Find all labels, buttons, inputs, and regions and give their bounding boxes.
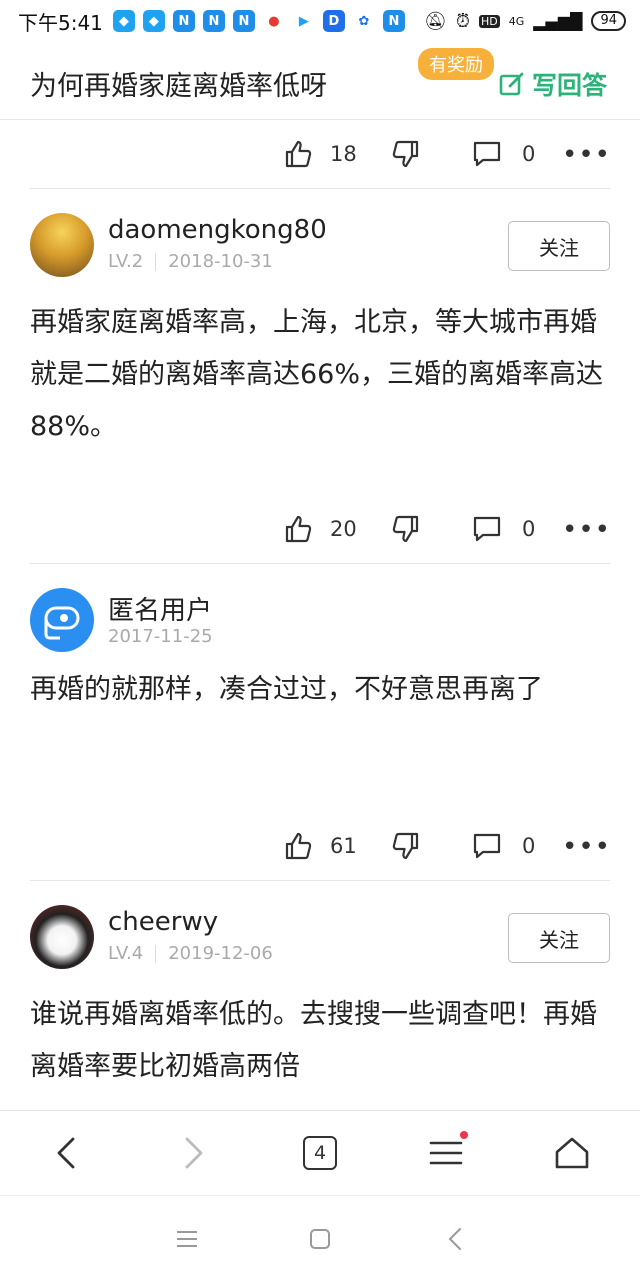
avatar[interactable]: [30, 213, 94, 277]
back-button[interactable]: [46, 1133, 86, 1173]
system-back-button[interactable]: [440, 1224, 470, 1254]
answer-date: 2019-12-06: [168, 943, 273, 964]
anonymous-mask-icon: [44, 606, 80, 640]
reward-badge: 有奖励: [418, 48, 494, 80]
thumbs-up-icon[interactable]: [284, 139, 314, 169]
answer-text: 再婚家庭离婚率高，上海，北京，等大城市再婚就是二婚的离婚率高达66%，三婚的离婚…: [30, 307, 604, 442]
menu-button[interactable]: [426, 1131, 468, 1173]
comment-icon[interactable]: [472, 514, 502, 544]
forward-button[interactable]: [174, 1133, 214, 1173]
comment-icon[interactable]: [472, 831, 502, 861]
bird-app-icon: ◆: [142, 10, 165, 32]
thumbs-up-icon[interactable]: [284, 514, 314, 544]
user-level: LV.2: [108, 251, 144, 272]
system-navigation: [0, 1196, 640, 1280]
notification-dot: [460, 1131, 468, 1139]
meta-separator: [155, 944, 157, 963]
system-home-button[interactable]: [305, 1224, 335, 1254]
home-icon: [555, 1137, 589, 1169]
more-icon[interactable]: •••: [562, 515, 611, 545]
follow-button[interactable]: 关注: [508, 221, 610, 271]
page-title: 为何再婚家庭离婚率低呀: [30, 71, 327, 102]
d-app-icon: D: [322, 10, 345, 32]
answer-header: cheerwy LV.4 2019-12-06 关注: [0, 881, 640, 989]
map-pin-icon: ●: [268, 13, 280, 29]
n-app-icon: N: [172, 10, 195, 32]
answer-meta: LV.4 2019-12-06: [108, 943, 273, 964]
write-answer-button[interactable]: 写回答: [498, 66, 607, 102]
answer-actions: 20 0 •••: [0, 495, 640, 563]
follow-button[interactable]: 关注: [508, 913, 610, 963]
like-count: 18: [330, 142, 357, 166]
edit-icon: [499, 72, 524, 96]
home-button[interactable]: [552, 1133, 592, 1173]
thumbs-down-icon[interactable]: [390, 514, 420, 544]
n-app-icon: N: [232, 10, 255, 32]
signal-icon: ▂▄▆█: [533, 11, 583, 31]
chevron-left-icon: [57, 1137, 75, 1169]
tab-count: 4: [303, 1136, 337, 1170]
write-answer-label: 写回答: [532, 71, 608, 100]
more-icon[interactable]: •••: [562, 832, 611, 862]
thumbs-up-icon[interactable]: [284, 831, 314, 861]
tabs-button[interactable]: 4: [300, 1133, 340, 1173]
answer-meta: LV.2 2018-10-31: [108, 251, 273, 272]
comment-count: 0: [522, 834, 536, 858]
meta-separator: [155, 252, 157, 271]
notification-icons: ◆ ◆ N N N ● ▶ D ✿ N: [112, 10, 405, 32]
mute-icon: 🔕︎: [424, 10, 447, 32]
hd-icon: HD: [478, 14, 500, 28]
status-bar: 下午5:41 ◆ ◆ N N N ● ▶ D ✿ N 🔕︎ ⏰︎ HD 4G ▂…: [0, 0, 640, 42]
thumbs-down-icon[interactable]: [390, 831, 420, 861]
anonymous-avatar[interactable]: [30, 588, 94, 652]
answer-header: daomengkong80 LV.2 2018-10-31 关注: [0, 189, 640, 297]
alarm-icon: ⏰︎: [455, 10, 470, 32]
answer-actions: 18 0 •••: [0, 120, 640, 188]
answer-header: 匿名用户 2017-11-25: [0, 564, 640, 664]
battery-level: 94: [591, 11, 626, 31]
answer-date: 2017-11-25: [108, 626, 213, 647]
hamburger-icon: [429, 1141, 463, 1165]
more-icon[interactable]: •••: [562, 140, 611, 170]
back-arrow-icon: [448, 1228, 461, 1250]
comment-icon[interactable]: [472, 139, 502, 169]
answer-meta: 2017-11-25: [108, 626, 213, 647]
answer-date: 2018-10-31: [168, 251, 273, 272]
username[interactable]: daomengkong80: [108, 215, 327, 245]
recents-button[interactable]: [172, 1224, 202, 1254]
comment-count: 0: [522, 142, 536, 166]
status-right: 🔕︎ ⏰︎ HD 4G ▂▄▆█ 94: [424, 11, 626, 32]
n-app-icon: N: [382, 10, 405, 32]
status-time: 下午5:41: [18, 10, 103, 35]
comment-count: 0: [522, 517, 536, 541]
question-header: 为何再婚家庭离婚率低呀 有奖励 写回答: [0, 42, 640, 120]
menu-lines-icon: [177, 1231, 197, 1247]
youku-icon: ▶: [298, 13, 309, 29]
like-count: 61: [330, 834, 357, 858]
news-app-icon: ✿: [358, 13, 370, 29]
chevron-right-icon: [185, 1137, 203, 1169]
answer-list: 18 0 ••• daomengkong80 LV.2 2018-10-31 关…: [0, 120, 640, 1133]
n-app-icon: N: [202, 10, 225, 32]
user-level: LV.4: [108, 943, 144, 964]
square-icon: [310, 1229, 330, 1249]
like-count: 20: [330, 517, 357, 541]
network-label: 4G: [508, 14, 525, 28]
answer-actions: 61 0 •••: [0, 812, 640, 880]
username[interactable]: cheerwy: [108, 907, 218, 937]
username: 匿名用户: [108, 596, 213, 626]
avatar[interactable]: [30, 905, 94, 969]
browser-toolbar: 4: [0, 1110, 640, 1196]
thumbs-down-icon[interactable]: [390, 139, 420, 169]
answer-text: 再婚的就那样，凑合过过，不好意思再离了: [30, 674, 543, 705]
bird-app-icon: ◆: [112, 10, 135, 32]
